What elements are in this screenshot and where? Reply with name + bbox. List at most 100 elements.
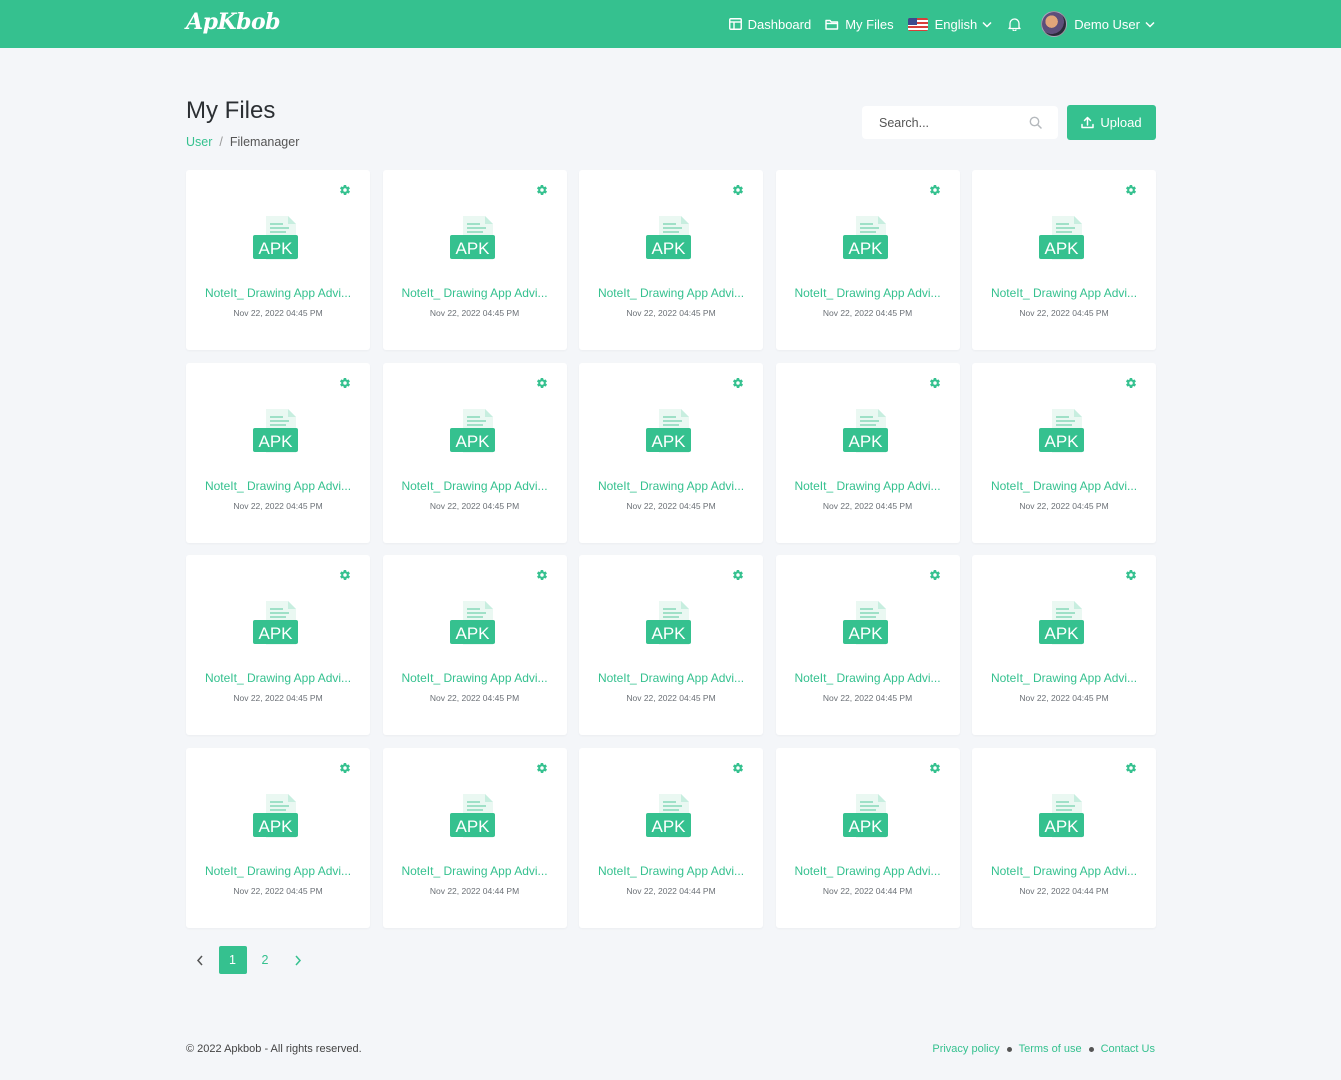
apk-file-icon: APK [842,793,888,838]
file-name[interactable]: NoteIt_ Drawing App Advi... [579,479,763,493]
file-name[interactable]: NoteIt_ Drawing App Advi... [383,479,567,493]
gear-icon[interactable] [536,377,548,389]
svg-text:APK: APK [1044,817,1079,836]
svg-text:APK: APK [258,239,293,258]
file-name[interactable]: NoteIt_ Drawing App Advi... [383,286,567,300]
language-selector[interactable]: English [907,17,993,32]
user-name: Demo User [1074,16,1140,32]
file-name[interactable]: NoteIt_ Drawing App Advi... [186,864,370,878]
brand-logo[interactable]: ApKbob [186,9,281,35]
gear-icon[interactable] [339,762,351,774]
file-grid: APK NoteIt_ Drawing App Advi... Nov 22, … [186,170,1156,928]
terms-of-use-link[interactable]: Terms of use [1019,1043,1082,1055]
file-name[interactable]: NoteIt_ Drawing App Advi... [383,864,567,878]
prev-page-button[interactable] [186,946,214,974]
file-name[interactable]: NoteIt_ Drawing App Advi... [579,671,763,685]
file-date: Nov 22, 2022 04:45 PM [822,308,913,318]
file-card[interactable]: APK NoteIt_ Drawing App Advi... Nov 22, … [579,362,763,543]
file-card[interactable]: APK NoteIt_ Drawing App Advi... Nov 22, … [775,362,960,543]
gear-icon[interactable] [339,184,351,196]
svg-text:APK: APK [651,817,686,836]
gear-icon[interactable] [536,569,548,581]
file-card[interactable]: APK NoteIt_ Drawing App Advi... Nov 22, … [186,170,370,350]
gear-icon[interactable] [1125,569,1137,581]
chevron-right-icon [294,955,301,965]
gear-icon[interactable] [339,377,351,389]
file-name[interactable]: NoteIt_ Drawing App Advi... [776,864,960,878]
notifications-button[interactable] [1008,17,1021,31]
page-1-button[interactable]: 1 [218,946,247,974]
svg-text:APK: APK [848,624,883,643]
file-card[interactable]: APK NoteIt_ Drawing App Advi... Nov 22, … [972,555,1156,735]
file-card[interactable]: APK NoteIt_ Drawing App Advi... Nov 22, … [382,555,567,735]
apk-file-icon: APK [449,216,495,260]
file-name[interactable]: NoteIt_ Drawing App Advi... [579,286,763,300]
file-card[interactable]: APK NoteIt_ Drawing App Advi... Nov 22, … [382,747,567,928]
file-card[interactable]: APK NoteIt_ Drawing App Advi... Nov 22, … [579,747,763,928]
gear-icon[interactable] [1125,762,1137,774]
svg-text:APK: APK [455,432,490,451]
file-date: Nov 22, 2022 04:45 PM [822,500,913,511]
file-name[interactable]: NoteIt_ Drawing App Advi... [972,286,1156,300]
next-page-button[interactable] [284,946,312,974]
gear-icon[interactable] [1125,184,1137,196]
file-card[interactable]: APK NoteIt_ Drawing App Advi... Nov 22, … [186,555,370,735]
file-name[interactable]: NoteIt_ Drawing App Advi... [186,479,370,493]
apk-file-icon: APK [1039,601,1084,645]
file-card[interactable]: APK NoteIt_ Drawing App Advi... Nov 22, … [186,362,370,543]
file-card[interactable]: APK NoteIt_ Drawing App Advi... Nov 22, … [775,747,960,928]
nav-my-files[interactable]: My Files [825,17,894,32]
file-card[interactable]: APK NoteIt_ Drawing App Advi... Nov 22, … [972,170,1156,350]
file-date: Nov 22, 2022 04:44 PM [626,885,716,896]
file-card[interactable]: APK NoteIt_ Drawing App Advi... Nov 22, … [972,362,1156,543]
gear-icon[interactable] [929,762,941,774]
gear-icon[interactable] [929,184,941,196]
file-name[interactable]: NoteIt_ Drawing App Advi... [972,671,1156,685]
privacy-policy-link[interactable]: Privacy policy [932,1043,999,1055]
file-name[interactable]: NoteIt_ Drawing App Advi... [579,864,763,878]
gear-icon[interactable] [929,569,941,581]
file-card[interactable]: APK NoteIt_ Drawing App Advi... Nov 22, … [972,747,1156,928]
page-2-button[interactable]: 2 [251,946,279,974]
footer-copyright: © 2022 Apkbob - All rights reserved. [186,1043,362,1055]
breadcrumb-separator: / [219,135,223,149]
file-card[interactable]: APK NoteIt_ Drawing App Advi... Nov 22, … [382,170,567,350]
file-date: Nov 22, 2022 04:45 PM [233,693,323,703]
gear-icon[interactable] [1125,377,1137,389]
file-name[interactable]: NoteIt_ Drawing App Advi... [186,671,370,685]
file-card[interactable]: APK NoteIt_ Drawing App Advi... Nov 22, … [579,555,763,735]
gear-icon[interactable] [732,377,744,389]
gear-icon[interactable] [536,762,548,774]
file-name[interactable]: NoteIt_ Drawing App Advi... [186,286,370,300]
file-card[interactable]: APK NoteIt_ Drawing App Advi... Nov 22, … [382,362,567,543]
breadcrumb-user-link[interactable]: User [186,135,212,149]
nav-dashboard[interactable]: Dashboard [728,17,811,32]
file-date: Nov 22, 2022 04:44 PM [429,885,520,896]
apk-file-icon: APK [646,216,691,260]
user-menu[interactable]: Demo User [1041,11,1155,37]
contact-us-link[interactable]: Contact Us [1101,1043,1155,1055]
file-name[interactable]: NoteIt_ Drawing App Advi... [776,479,960,493]
upload-button[interactable]: Upload [1067,105,1156,140]
gear-icon[interactable] [339,569,351,581]
file-name[interactable]: NoteIt_ Drawing App Advi... [776,671,960,685]
file-card[interactable]: APK NoteIt_ Drawing App Advi... Nov 22, … [186,747,370,928]
gear-icon[interactable] [732,569,744,581]
file-name[interactable]: NoteIt_ Drawing App Advi... [776,286,960,300]
gear-icon[interactable] [732,762,744,774]
search-input[interactable] [862,115,1022,130]
file-name[interactable]: NoteIt_ Drawing App Advi... [972,479,1156,493]
file-card[interactable]: APK NoteIt_ Drawing App Advi... Nov 22, … [775,170,960,350]
file-date: Nov 22, 2022 04:45 PM [233,885,323,896]
gear-icon[interactable] [929,377,941,389]
file-name[interactable]: NoteIt_ Drawing App Advi... [383,671,567,685]
us-flag-icon [907,17,928,31]
file-card[interactable]: APK NoteIt_ Drawing App Advi... Nov 22, … [579,170,763,350]
svg-text:APK: APK [651,624,686,643]
gear-icon[interactable] [732,184,744,196]
file-name[interactable]: NoteIt_ Drawing App Advi... [972,864,1156,878]
file-date: Nov 22, 2022 04:45 PM [626,500,716,511]
search-icon[interactable] [1029,116,1042,129]
file-card[interactable]: APK NoteIt_ Drawing App Advi... Nov 22, … [775,555,960,735]
gear-icon[interactable] [536,184,548,196]
